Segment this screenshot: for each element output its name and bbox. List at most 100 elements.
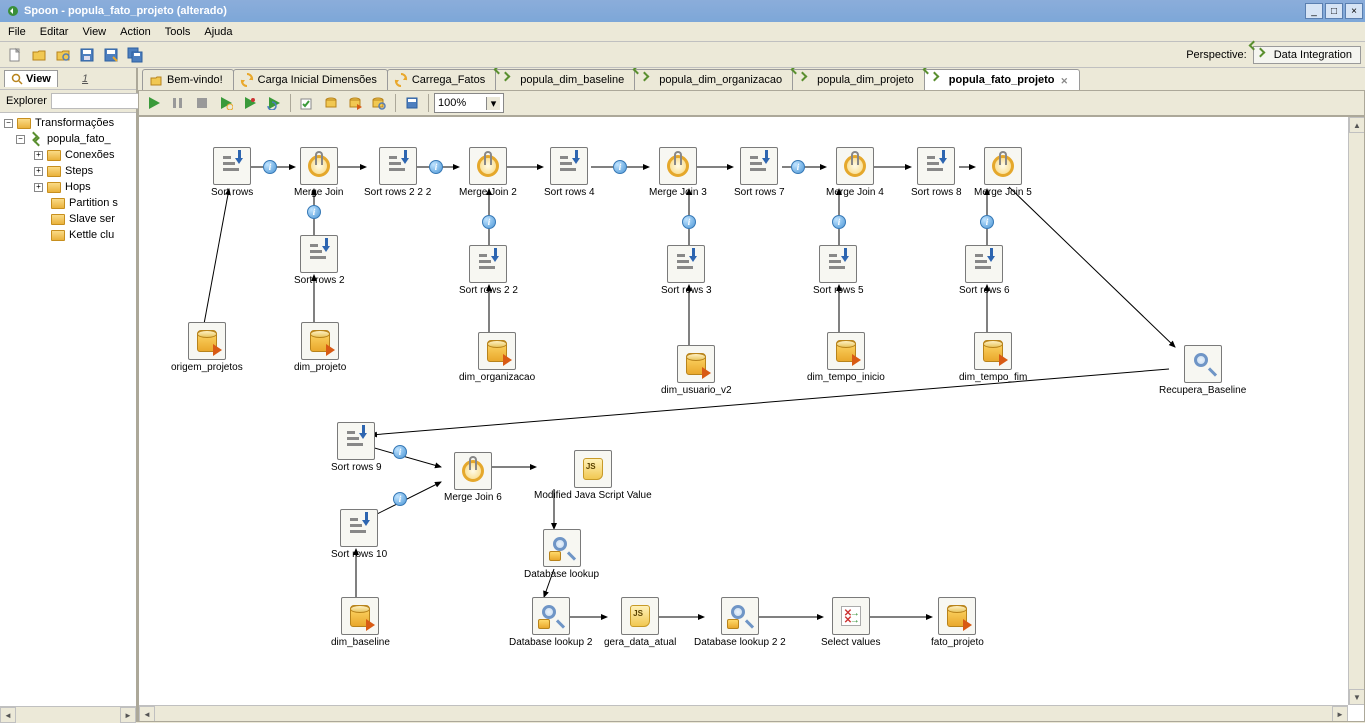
tree-slave[interactable]: Slave ser bbox=[0, 211, 136, 227]
tab-dim-baseline[interactable]: popula_dim_baseline bbox=[495, 69, 635, 90]
explore-db-button[interactable] bbox=[368, 92, 390, 114]
sql-button[interactable] bbox=[344, 92, 366, 114]
view-tab[interactable]: View bbox=[4, 70, 58, 87]
info-icon: i bbox=[263, 160, 277, 174]
stop-button[interactable] bbox=[191, 92, 213, 114]
scroll-left-button[interactable]: ◄ bbox=[139, 706, 155, 722]
info-icon: i bbox=[393, 492, 407, 506]
node-sort-rows-10[interactable]: Sort rows 10 bbox=[331, 509, 387, 560]
node-origem-projetos[interactable]: origem_projetos bbox=[171, 322, 243, 373]
node-dim-organizacao[interactable]: dim_organizacao bbox=[459, 332, 535, 383]
verify-button[interactable] bbox=[296, 92, 318, 114]
node-sort-rows-22[interactable]: Sort rows 2 2 bbox=[459, 245, 518, 296]
node-dim-baseline[interactable]: dim_baseline bbox=[331, 597, 390, 648]
zoom-select[interactable]: 100%▾ bbox=[434, 93, 504, 113]
tab-carrega-fatos[interactable]: Carrega_Fatos bbox=[387, 69, 496, 90]
debug-button[interactable] bbox=[239, 92, 261, 114]
save-all-button[interactable] bbox=[124, 44, 146, 66]
node-mod-js[interactable]: JSModified Java Script Value bbox=[534, 450, 652, 501]
tree-root[interactable]: −Transformações bbox=[0, 115, 136, 131]
node-select-values[interactable]: ✕→✕→Select values bbox=[821, 597, 880, 648]
node-db-lookup[interactable]: Database lookup bbox=[524, 529, 599, 580]
scroll-down-button[interactable]: ▼ bbox=[1349, 689, 1365, 705]
view-tab-label: View bbox=[26, 73, 51, 85]
close-icon[interactable]: ✕ bbox=[1061, 76, 1069, 84]
node-merge-join-2[interactable]: Merge Join 2 bbox=[459, 147, 517, 198]
scroll-left-button[interactable]: ◄ bbox=[0, 707, 16, 723]
maximize-button[interactable]: □ bbox=[1325, 3, 1343, 19]
node-merge-join-6[interactable]: Merge Join 6 bbox=[444, 452, 502, 503]
info-icon: i bbox=[980, 215, 994, 229]
sidebar-header: View 1 bbox=[0, 68, 136, 90]
node-dim-projeto[interactable]: dim_projeto bbox=[294, 322, 346, 373]
info-icon: i bbox=[307, 205, 321, 219]
canvas[interactable]: i i i i i i i i i i i Sort rows Merge Jo… bbox=[138, 116, 1365, 722]
run-button[interactable] bbox=[143, 92, 165, 114]
close-button[interactable]: × bbox=[1345, 3, 1363, 19]
minimize-button[interactable]: _ bbox=[1305, 3, 1323, 19]
trans-icon bbox=[931, 73, 945, 87]
scroll-up-button[interactable]: ▲ bbox=[1349, 117, 1365, 133]
save-as-button[interactable] bbox=[100, 44, 122, 66]
explore-button[interactable] bbox=[52, 44, 74, 66]
tab-carga-inicial[interactable]: Carga Inicial Dimensões bbox=[233, 69, 388, 90]
node-sort-rows-9[interactable]: Sort rows 9 bbox=[331, 422, 382, 473]
menu-ajuda[interactable]: Ajuda bbox=[204, 26, 232, 38]
tree-hops[interactable]: +Hops bbox=[0, 179, 136, 195]
node-sort-rows-222[interactable]: Sort rows 2 2 2 bbox=[364, 147, 431, 198]
node-dim-usuario[interactable]: dim_usuario_v2 bbox=[661, 345, 732, 396]
new-file-button[interactable] bbox=[4, 44, 26, 66]
design-tab-indicator[interactable]: 1 bbox=[82, 73, 88, 85]
open-file-button[interactable] bbox=[28, 44, 50, 66]
node-db-lookup-22[interactable]: Database lookup 2 2 bbox=[694, 597, 786, 648]
tab-welcome[interactable]: Bem-vindo! bbox=[142, 69, 234, 90]
tree-steps[interactable]: +Steps bbox=[0, 163, 136, 179]
node-gera-data[interactable]: JSgera_data_atual bbox=[604, 597, 676, 648]
menu-view[interactable]: View bbox=[82, 26, 106, 38]
scroll-right-button[interactable]: ► bbox=[1332, 706, 1348, 722]
perspective-button[interactable]: Data Integration bbox=[1253, 46, 1361, 64]
vertical-scrollbar[interactable]: ▲ ▼ bbox=[1348, 117, 1364, 705]
tab-fato-projeto[interactable]: popula_fato_projeto✕ bbox=[924, 69, 1080, 90]
tree-partition[interactable]: Partition s bbox=[0, 195, 136, 211]
menu-file[interactable]: File bbox=[8, 26, 26, 38]
horizontal-scrollbar[interactable]: ◄ ► bbox=[139, 705, 1348, 721]
tree-conexoes[interactable]: +Conexões bbox=[0, 147, 136, 163]
tab-dim-projeto[interactable]: popula_dim_projeto bbox=[792, 69, 925, 90]
node-db-lookup-2[interactable]: Database lookup 2 bbox=[509, 597, 592, 648]
node-sort-rows-2[interactable]: Sort rows 2 bbox=[294, 235, 345, 286]
app-icon bbox=[6, 4, 20, 18]
node-dim-tempo-fim[interactable]: dim_tempo_fim bbox=[959, 332, 1027, 383]
node-fato-projeto[interactable]: fato_projeto bbox=[931, 597, 984, 648]
menu-editar[interactable]: Editar bbox=[40, 26, 69, 38]
info-icon: i bbox=[482, 215, 496, 229]
window-titlebar: Spoon - popula_fato_projeto (alterado) _… bbox=[0, 0, 1365, 22]
sidebar: View 1 Explorer a −Transformações −popul… bbox=[0, 68, 138, 722]
node-recupera-baseline[interactable]: Recupera_Baseline bbox=[1159, 345, 1246, 396]
node-dim-tempo-inicio[interactable]: dim_tempo_inicio bbox=[807, 332, 885, 383]
save-button[interactable] bbox=[76, 44, 98, 66]
show-results-button[interactable] bbox=[401, 92, 423, 114]
node-sort-rows-3[interactable]: Sort rows 3 bbox=[661, 245, 712, 296]
workspace: View 1 Explorer a −Transformações −popul… bbox=[0, 68, 1365, 722]
node-sort-rows-6[interactable]: Sort rows 6 bbox=[959, 245, 1010, 296]
node-merge-join-5[interactable]: Merge Join 5 bbox=[974, 147, 1032, 198]
scroll-right-button[interactable]: ► bbox=[120, 707, 136, 723]
tree-kettle[interactable]: Kettle clu bbox=[0, 227, 136, 243]
menu-tools[interactable]: Tools bbox=[165, 26, 191, 38]
node-merge-join-4[interactable]: Merge Join 4 bbox=[826, 147, 884, 198]
node-sort-rows-7[interactable]: Sort rows 7 bbox=[734, 147, 785, 198]
node-merge-join-3[interactable]: Merge Join 3 bbox=[649, 147, 707, 198]
node-sort-rows[interactable]: Sort rows bbox=[211, 147, 253, 198]
node-sort-rows-5[interactable]: Sort rows 5 bbox=[813, 245, 864, 296]
tab-dim-organizacao[interactable]: popula_dim_organizacao bbox=[634, 69, 793, 90]
node-merge-join[interactable]: Merge Join bbox=[294, 147, 343, 198]
tree-transform[interactable]: −popula_fato_ bbox=[0, 131, 136, 147]
preview-button[interactable] bbox=[215, 92, 237, 114]
impact-button[interactable] bbox=[320, 92, 342, 114]
node-sort-rows-8[interactable]: Sort rows 8 bbox=[911, 147, 962, 198]
replay-button[interactable] bbox=[263, 92, 285, 114]
pause-button[interactable] bbox=[167, 92, 189, 114]
node-sort-rows-4[interactable]: Sort rows 4 bbox=[544, 147, 595, 198]
menu-action[interactable]: Action bbox=[120, 26, 151, 38]
